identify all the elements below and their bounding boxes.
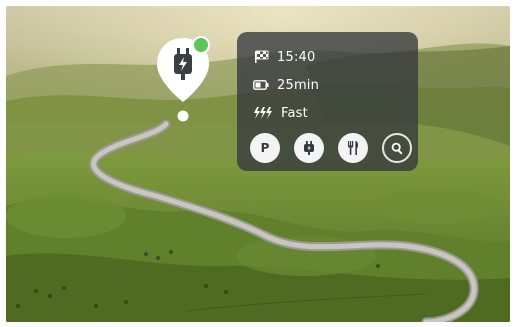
charge-speed-row: Fast bbox=[253, 102, 308, 124]
charger-info-card: 15:40 25min Fast P bbox=[237, 32, 418, 171]
restaurant-button[interactable] bbox=[338, 133, 368, 163]
charger-button[interactable] bbox=[294, 133, 324, 163]
charge-duration-text: 25min bbox=[277, 77, 320, 93]
ev-plug-icon bbox=[304, 141, 314, 155]
charge-time-row: 25min bbox=[253, 74, 319, 96]
finish-flag-icon bbox=[253, 49, 269, 65]
availability-status-dot bbox=[192, 36, 210, 54]
parking-icon: P bbox=[260, 141, 270, 155]
quick-actions: P bbox=[250, 133, 412, 163]
fast-charge-icon bbox=[253, 105, 273, 121]
distance-row: 15:40 bbox=[253, 46, 315, 68]
search-icon bbox=[391, 142, 402, 154]
map-view[interactable]: 15:40 25min Fast P bbox=[6, 6, 510, 322]
fork-knife-icon bbox=[348, 141, 359, 155]
charge-speed-text: Fast bbox=[281, 105, 308, 121]
parking-button[interactable]: P bbox=[250, 133, 280, 163]
search-button[interactable] bbox=[382, 133, 412, 163]
battery-icon bbox=[253, 77, 269, 93]
arrival-time-text: 15:40 bbox=[277, 49, 316, 65]
